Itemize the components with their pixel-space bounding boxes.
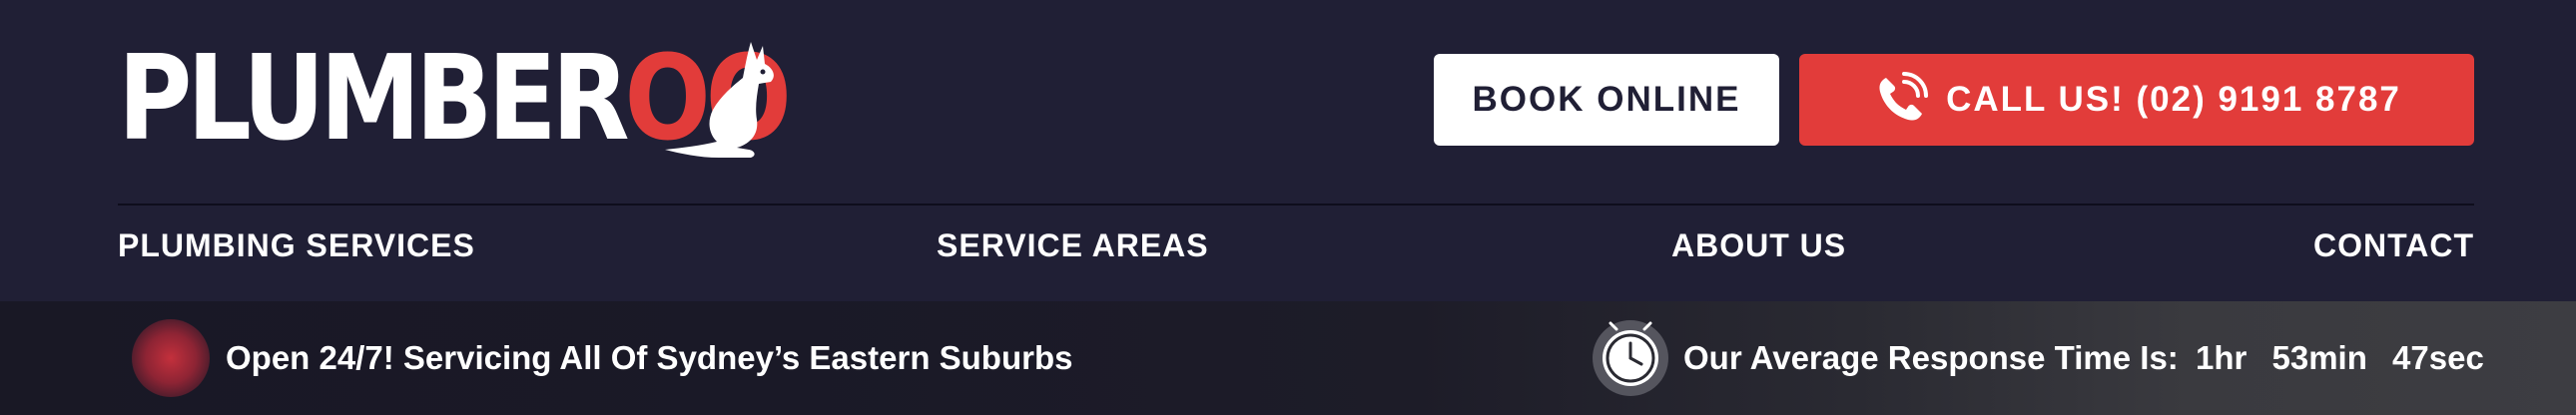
response-time-hours: 1hr bbox=[2195, 339, 2248, 376]
nav-item-service-areas[interactable]: SERVICE AREAS bbox=[937, 227, 1209, 264]
nav-item-plumbing-services[interactable]: PLUMBING SERVICES bbox=[118, 227, 475, 264]
site-header: PLUMBEROO BOOK ONLINE CALL US! (02) 9191… bbox=[0, 0, 2576, 301]
response-time-text: Our Average Response Time Is: 1hr 53min … bbox=[1683, 339, 2484, 377]
info-bar: Open 24/7! Servicing All Of Sydney’s Eas… bbox=[0, 301, 2576, 415]
response-time-label: Our Average Response Time Is: bbox=[1683, 339, 2179, 376]
header-divider bbox=[118, 204, 2474, 206]
phone-icon bbox=[1879, 72, 1929, 121]
kangaroo-icon bbox=[665, 42, 774, 158]
response-time-notice: Our Average Response Time Is: 1hr 53min … bbox=[1592, 319, 2484, 397]
call-us-button[interactable]: CALL US! (02) 9191 8787 bbox=[1799, 54, 2474, 146]
nav-item-contact[interactable]: CONTACT bbox=[2313, 227, 2474, 264]
nav-item-about-us[interactable]: ABOUT US bbox=[1671, 227, 1846, 264]
book-online-button[interactable]: BOOK ONLINE bbox=[1434, 54, 1779, 146]
response-time-seconds: 47sec bbox=[2392, 339, 2484, 376]
clock-icon bbox=[1593, 320, 1668, 396]
open-hours-text: Open 24/7! Servicing All Of Sydney’s Eas… bbox=[226, 339, 1073, 376]
logo-text-white: PLUMBER bbox=[118, 29, 630, 167]
response-time-minutes: 53min bbox=[2271, 339, 2367, 376]
main-nav: PLUMBING SERVICES SERVICE AREAS ABOUT US… bbox=[118, 227, 2474, 275]
call-us-label: CALL US! (02) 9191 8787 bbox=[1946, 80, 2401, 119]
pulse-icon bbox=[132, 319, 210, 397]
open-hours-notice: Open 24/7! Servicing All Of Sydney’s Eas… bbox=[132, 319, 1072, 397]
